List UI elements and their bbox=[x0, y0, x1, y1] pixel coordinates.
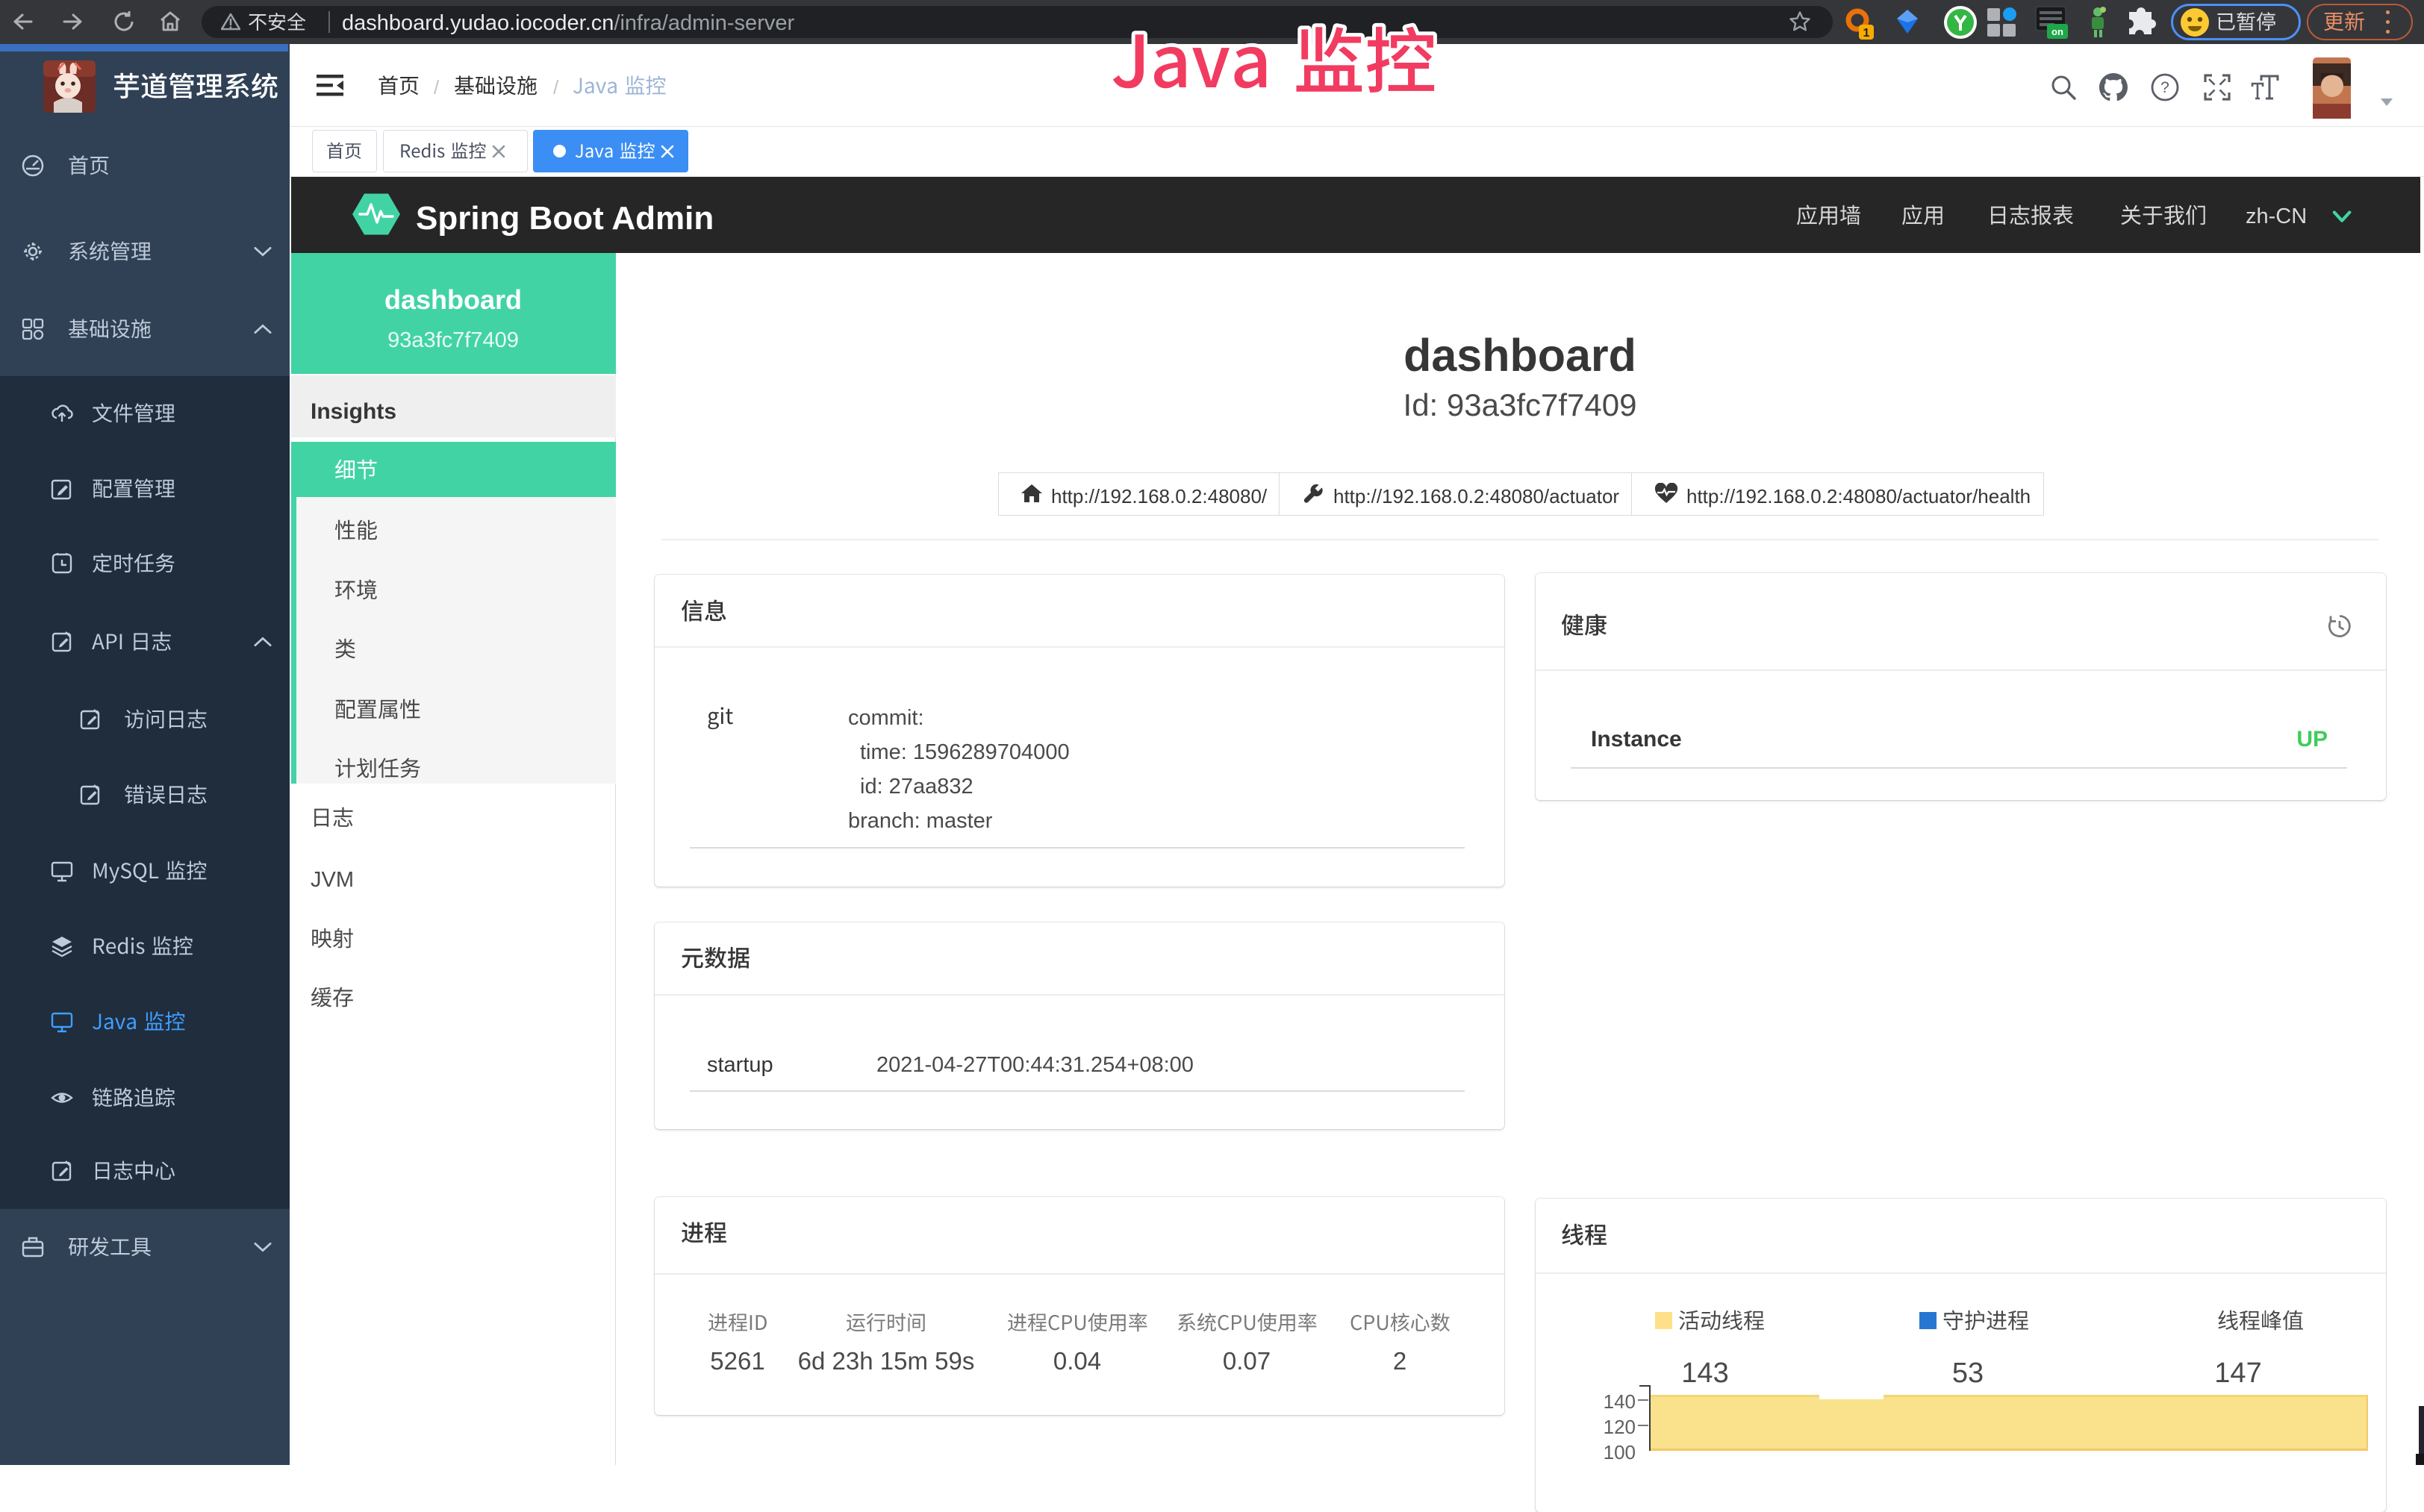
svg-text:?: ? bbox=[2160, 79, 2169, 96]
svg-text:on: on bbox=[2051, 26, 2063, 37]
svg-text:1: 1 bbox=[1863, 27, 1870, 40]
